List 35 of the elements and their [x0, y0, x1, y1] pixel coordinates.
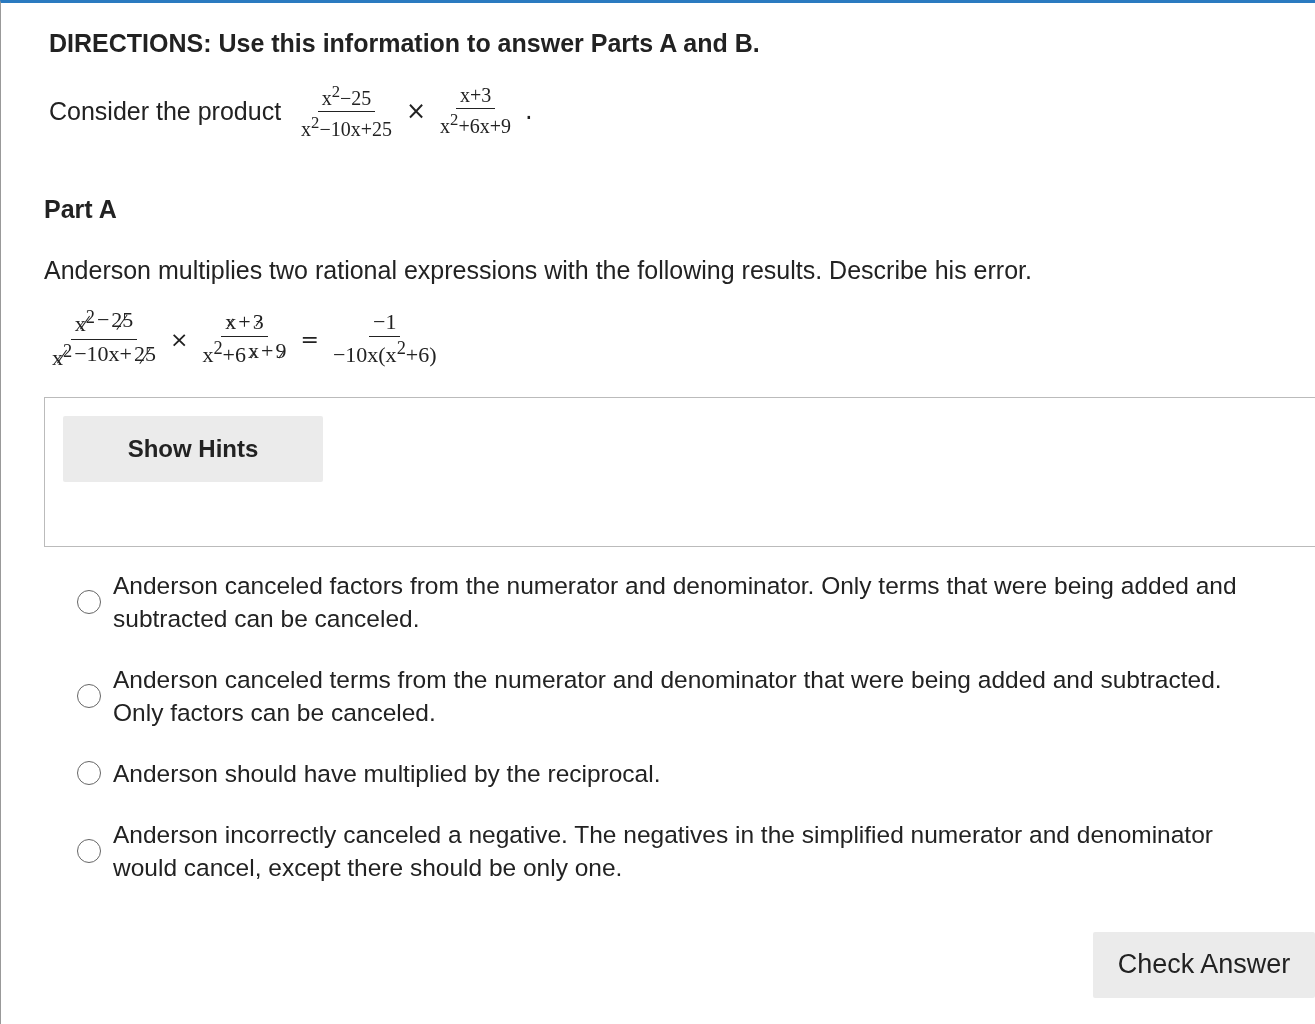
- math-operator: ×: [406, 97, 427, 126]
- math-term: 3: [252, 309, 264, 336]
- math-term: −10x(x$^{2}$+6): [332, 338, 437, 369]
- directions-heading: DIRECTIONS: Use this information to answer Parts A and B.: [49, 29, 761, 58]
- question-text: Anderson multiplies two rational expressions with the following results. Describe his error.: [44, 256, 1033, 286]
- radio-button[interactable]: [77, 683, 101, 708]
- math-term: x$^{2}$: [74, 307, 95, 338]
- radio-button[interactable]: [77, 589, 101, 614]
- fraction-denominator: x$^{2}$−10x+25: [300, 111, 393, 141]
- math-term: +: [238, 309, 251, 336]
- radio-button[interactable]: [77, 761, 101, 786]
- math-term: x: [225, 309, 237, 336]
- answer-option[interactable]: Anderson canceled terms from the numerator and denominator that were being added and subtracted. Only factors can be canceled.: [113, 662, 1278, 729]
- part-heading: Part A: [44, 195, 118, 225]
- math-term: +: [261, 338, 274, 366]
- show-hints-button[interactable]: Show Hints: [63, 415, 323, 482]
- fraction-denominator: x$^{2}$+6x+9: [439, 109, 512, 138]
- math-term: −1: [373, 309, 397, 336]
- answer-option[interactable]: Anderson should have multiplied by the reciprocal.: [113, 756, 661, 790]
- fraction-numerator: x+3: [455, 84, 496, 110]
- math-term: −10x+: [74, 340, 132, 368]
- answer-option[interactable]: Anderson canceled factors from the numerator and denominator. Only terms that were being added and subtracted can be canceled.: [113, 568, 1278, 635]
- answer-option[interactable]: Anderson incorrectly canceled a negative. The negatives in the simplified numerator and denominator would cancel, except there should be only one.: [113, 817, 1278, 884]
- fraction-numerator: x$^{2}$−25: [317, 82, 376, 112]
- math-operator: =: [300, 326, 319, 352]
- math-term: x$^{2}$: [52, 340, 73, 371]
- math-operator: ×: [170, 326, 189, 352]
- math-term: x$^{2}$+6: [202, 338, 247, 369]
- radio-button[interactable]: [77, 838, 101, 863]
- intro-text: Consider the product: [49, 96, 282, 126]
- math-operator: .: [525, 97, 533, 126]
- check-answer-button[interactable]: Check Answer: [1093, 931, 1315, 998]
- math-term: x: [248, 338, 260, 369]
- math-term: 9: [275, 338, 287, 369]
- math-term: −: [96, 307, 110, 335]
